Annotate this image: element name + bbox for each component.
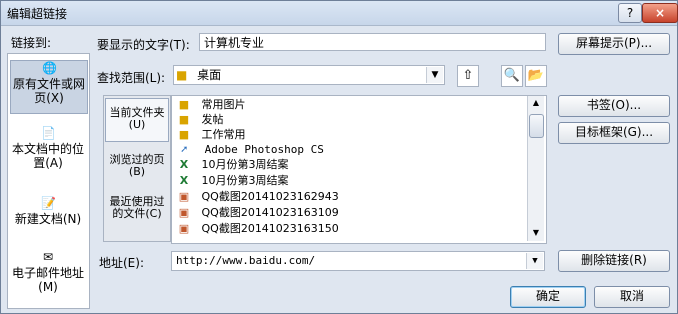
- image-file-icon: ▣: [178, 190, 190, 203]
- document-location-icon: 📄: [41, 126, 56, 140]
- screen-tip-button[interactable]: 屏幕提示(P)...: [558, 33, 670, 55]
- file-name: 10月份第3周结案: [201, 174, 289, 187]
- browse-file-icon[interactable]: 📂: [525, 65, 547, 87]
- panel-browsed-pages[interactable]: 浏览过的页(B): [105, 148, 169, 186]
- sidebar-item-new-document[interactable]: 📝 新建文档(N): [10, 196, 86, 230]
- list-item[interactable]: ➚ Adobe Photoshop CS: [176, 142, 324, 158]
- folder-icon: ■: [178, 98, 190, 111]
- display-text-input[interactable]: 计算机专业: [199, 33, 546, 51]
- file-list-scrollbar[interactable]: ▲ ▼: [527, 96, 544, 241]
- list-item[interactable]: ■ 发帖: [176, 112, 224, 128]
- panel-recent-files[interactable]: 最近使用过的文件(C): [105, 192, 169, 238]
- link-to-sidebar: 🌐 原有文件或网页(X) 📄 本文档中的位置(A) 📝 新建文档(N) ✉ 电子…: [7, 53, 90, 309]
- title-bar: 编辑超链接 ? ×: [1, 1, 678, 26]
- chevron-down-icon[interactable]: ▼: [426, 67, 443, 83]
- list-item[interactable]: ▣ QQ截图20141023163109: [176, 205, 339, 221]
- list-item[interactable]: X 10月份第3周结案: [176, 157, 289, 173]
- address-input[interactable]: http://www.baidu.com/ ▼: [171, 251, 545, 271]
- scroll-down-icon[interactable]: ▼: [530, 227, 542, 239]
- shortcut-icon: ➚: [180, 143, 188, 156]
- list-item[interactable]: ■ 工作常用: [176, 127, 246, 143]
- excel-file-icon: X: [179, 174, 189, 187]
- ok-button[interactable]: 确定: [510, 286, 586, 308]
- email-icon: ✉: [42, 250, 54, 264]
- lookin-dropdown[interactable]: ■ 桌面 ▼: [173, 65, 445, 85]
- folder-icon: ■: [178, 128, 190, 141]
- link-to-label: 链接到:: [11, 36, 52, 50]
- folder-icon: ■: [176, 68, 188, 82]
- file-name: QQ截图20141023163109: [201, 206, 339, 219]
- image-file-icon: ▣: [178, 222, 190, 235]
- lookin-value: 桌面: [197, 68, 222, 82]
- browse-panel: 当前文件夹(U) 浏览过的页(B) 最近使用过的文件(C): [103, 95, 171, 242]
- sidebar-item-this-document[interactable]: 📄 本文档中的位置(A): [10, 126, 86, 170]
- new-document-icon: 📝: [41, 196, 56, 210]
- dialog-title: 编辑超链接: [7, 7, 68, 21]
- list-item[interactable]: X 10月份第3周结案: [176, 173, 289, 189]
- file-list: ■ 常用图片 ■ 发帖 ■ 工作常用 ➚ Adobe Photoshop CS …: [171, 95, 547, 244]
- list-item[interactable]: ▣ QQ截图20141023163150: [176, 221, 339, 237]
- image-file-icon: ▣: [178, 206, 190, 219]
- file-name: 10月份第3周结案: [201, 158, 289, 171]
- sidebar-item-label: 新建文档(N): [14, 212, 82, 226]
- display-text-label: 要显示的文字(T):: [97, 38, 190, 52]
- file-name: 工作常用: [201, 128, 246, 141]
- lookin-label: 查找范围(L):: [97, 71, 166, 85]
- cancel-button[interactable]: 取消: [594, 286, 670, 308]
- file-name: 发帖: [201, 113, 224, 126]
- chevron-down-icon[interactable]: ▼: [526, 253, 543, 269]
- help-button[interactable]: ?: [618, 3, 642, 23]
- sidebar-item-email[interactable]: ✉ 电子邮件地址(M): [10, 250, 86, 298]
- address-label: 地址(E):: [99, 256, 144, 270]
- folder-up-icon[interactable]: ⇧: [457, 65, 479, 87]
- remove-link-button[interactable]: 删除链接(R): [558, 250, 670, 272]
- hyperlink-dialog: 编辑超链接 ? × 链接到: 🌐 原有文件或网页(X) 📄 本文档中的位置(A)…: [0, 0, 678, 314]
- address-value: http://www.baidu.com/: [176, 254, 316, 267]
- target-frame-button[interactable]: 目标框架(G)...: [558, 122, 670, 144]
- sidebar-item-label: 原有文件或网页(X): [12, 77, 85, 105]
- sidebar-item-label: 本文档中的位置(A): [11, 142, 84, 170]
- close-button[interactable]: ×: [642, 3, 678, 23]
- scroll-thumb[interactable]: [529, 114, 544, 138]
- file-name: 常用图片: [201, 98, 246, 111]
- list-item[interactable]: ▣ QQ截图20141023162943: [176, 189, 339, 205]
- sidebar-item-existing-file[interactable]: 🌐 原有文件或网页(X): [10, 60, 88, 114]
- folder-icon: ■: [178, 113, 190, 126]
- sidebar-item-label: 电子邮件地址(M): [11, 266, 84, 294]
- scroll-up-icon[interactable]: ▲: [530, 97, 542, 109]
- globe-page-icon: 🌐: [42, 61, 57, 75]
- excel-file-icon: X: [179, 158, 189, 171]
- file-name: QQ截图20141023163150: [201, 222, 339, 235]
- file-name: Adobe Photoshop CS: [204, 143, 324, 156]
- bookmark-button[interactable]: 书签(O)...: [558, 95, 670, 117]
- list-item[interactable]: ■ 常用图片: [176, 97, 246, 113]
- file-name: QQ截图20141023162943: [201, 190, 339, 203]
- panel-current-folder[interactable]: 当前文件夹(U): [105, 98, 169, 142]
- browse-web-icon[interactable]: 🔍: [501, 65, 523, 87]
